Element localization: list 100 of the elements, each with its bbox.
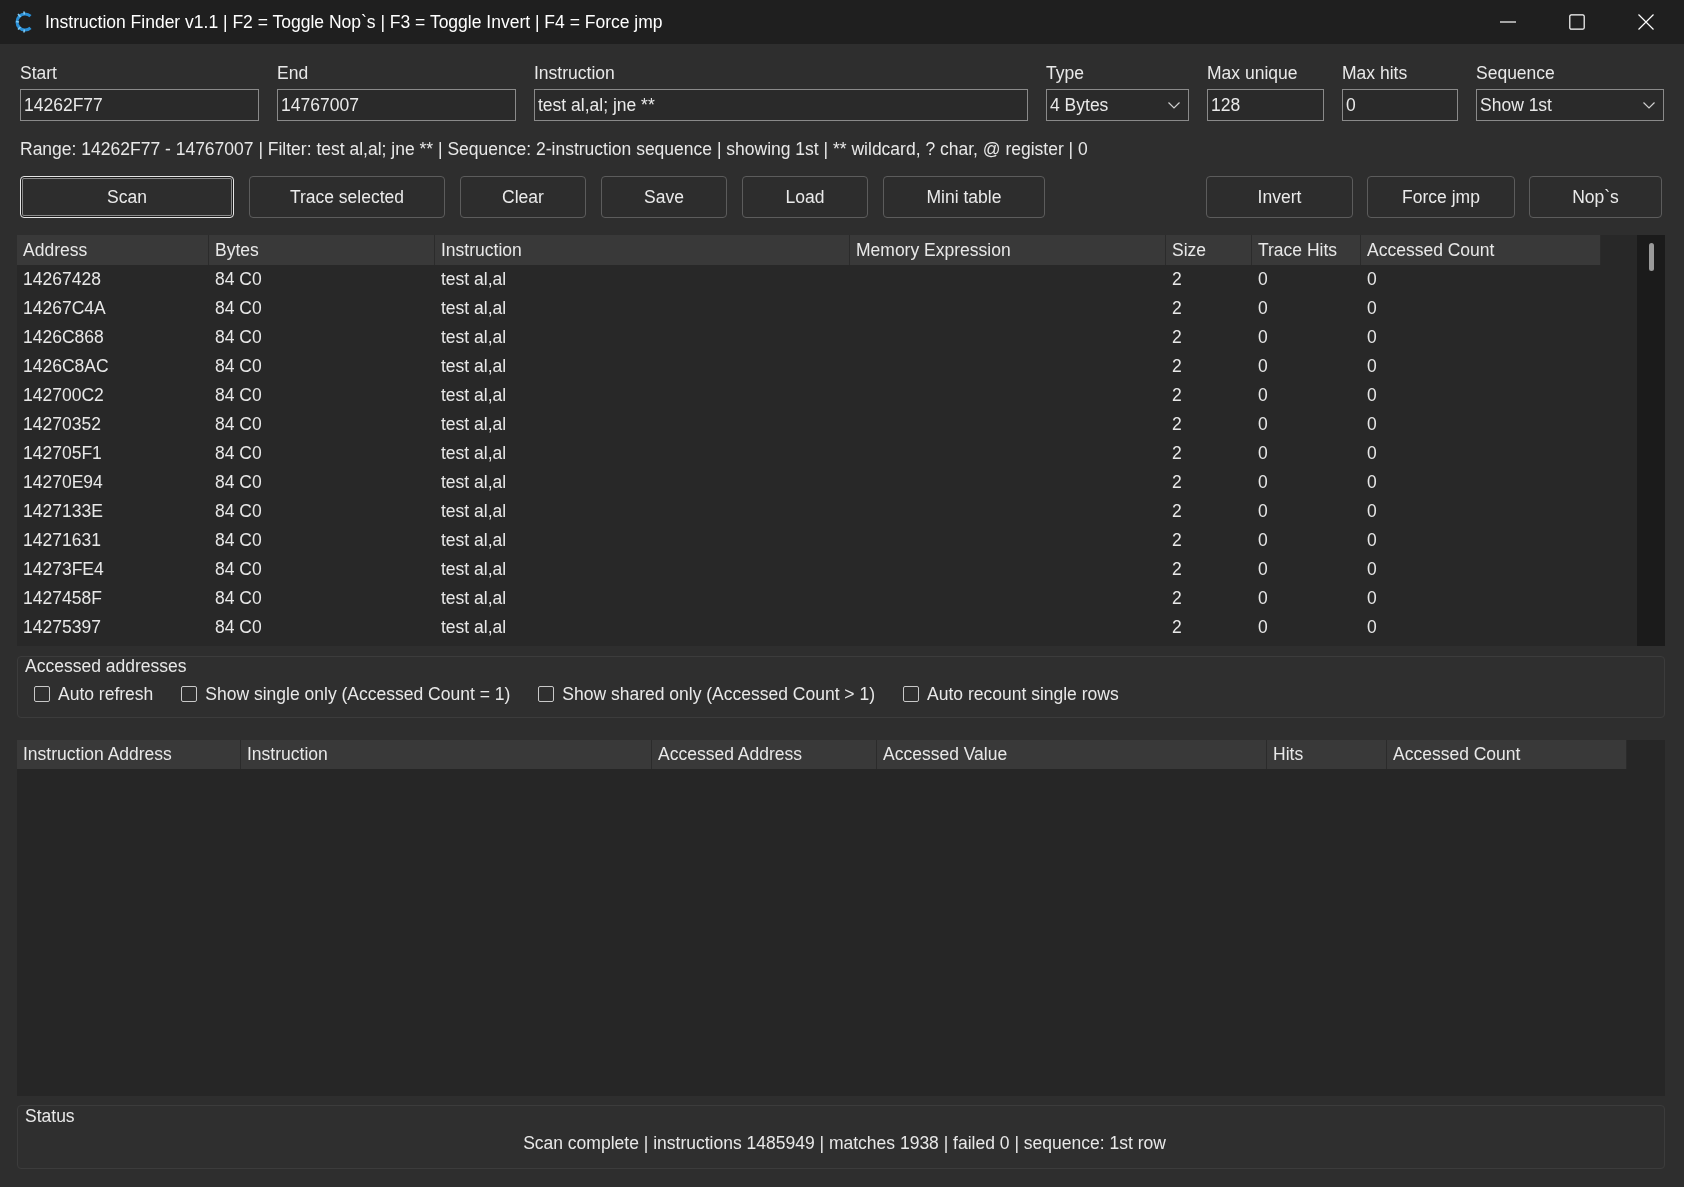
dropdown[interactable]: 4 Bytes — [1046, 89, 1189, 121]
table-cell-text: 142700C2 — [22, 384, 105, 407]
action-button[interactable]: Clear — [460, 176, 586, 218]
column-header[interactable]: Instruction Address — [17, 740, 241, 769]
maximize-icon — [1568, 14, 1585, 30]
table-cell-text: 2 — [1171, 384, 1183, 407]
column-header[interactable]: Accessed Address — [652, 740, 877, 769]
table-cell-text: 0 — [1366, 326, 1378, 349]
table-cell-text: 84 C0 — [214, 355, 263, 378]
column-header[interactable]: Accessed Count — [1361, 235, 1601, 265]
action-button[interactable]: Mini table — [883, 176, 1045, 218]
checkbox[interactable] — [903, 686, 920, 702]
input-field[interactable]: 14767007 — [277, 89, 516, 121]
checkbox-label[interactable]: Show single only (Accessed Count = 1) — [205, 684, 511, 704]
group-title: Accessed addresses — [25, 656, 187, 676]
column-header[interactable]: Address — [17, 235, 209, 265]
input-field[interactable]: 128 — [1207, 89, 1324, 121]
table-cell-text: 0 — [1257, 587, 1269, 610]
table-cell-text: 142705F1 — [22, 442, 103, 465]
info-text: Range: 14262F77 - 14767007 | Filter: test al,al; jne ** | Sequence: 2-instruction sequence | showing 1st | ** wildcard, ? char, @ register | 0 — [20, 138, 1088, 160]
table-cell-text: 84 C0 — [214, 268, 263, 291]
status-text: Scan complete | instructions 1485949 | matches 1938 | failed 0 | sequence: 1st row — [523, 1132, 1166, 1154]
table-cell-text: test al,al — [440, 500, 508, 523]
table-cell-text: test al,al — [440, 471, 508, 494]
table-cell-text: 0 — [1257, 616, 1269, 639]
table-cell-text: 2 — [1171, 326, 1183, 349]
column-header[interactable]: Instruction — [435, 235, 850, 265]
table-cell-text: 84 C0 — [214, 413, 263, 436]
column-header[interactable]: Size — [1166, 235, 1252, 265]
table-cell-text: 0 — [1257, 471, 1269, 494]
table-cell-text: 0 — [1366, 442, 1378, 465]
table-cell-text: 0 — [1366, 500, 1378, 523]
window-title: Instruction Finder v1.1 | F2 = Toggle Nop`s | F3 = Toggle Invert | F4 = Force jmp — [45, 10, 663, 34]
chevron-down-icon — [1643, 101, 1655, 109]
table-cell-text: 0 — [1366, 355, 1378, 378]
column-header[interactable]: Bytes — [209, 235, 435, 265]
table-cell-text: 0 — [1366, 268, 1378, 291]
input-field[interactable]: 14262F77 — [20, 89, 259, 121]
table-cell-text: 0 — [1257, 268, 1269, 291]
table-cell-text: 84 C0 — [214, 587, 263, 610]
table-cell-text: test al,al — [440, 442, 508, 465]
close-icon — [1637, 14, 1654, 30]
column-header[interactable]: Instruction — [241, 740, 652, 769]
table-cell-text: test al,al — [440, 268, 508, 291]
action-button[interactable]: Scan — [20, 176, 234, 218]
checkbox-label[interactable]: Auto recount single rows — [927, 684, 1119, 704]
table-cell-text: 0 — [1257, 384, 1269, 407]
action-button[interactable]: Save — [601, 176, 727, 218]
table-cell-text: 84 C0 — [214, 558, 263, 581]
table-cell-text: 1426C8AC — [22, 355, 110, 378]
table-cell-text: 2 — [1171, 500, 1183, 523]
scrollbar[interactable] — [1637, 235, 1665, 646]
scrollbar-thumb[interactable] — [1649, 243, 1654, 271]
column-header[interactable]: Accessed Count — [1387, 740, 1627, 769]
input-field[interactable]: 0 — [1342, 89, 1458, 121]
action-button[interactable]: Force jmp — [1367, 176, 1515, 218]
table-cell-text: 0 — [1257, 413, 1269, 436]
column-header[interactable]: Memory Expression — [850, 235, 1166, 265]
table-cell-text: test al,al — [440, 355, 508, 378]
action-button[interactable]: Nop`s — [1529, 176, 1662, 218]
chevron-down-icon — [1168, 101, 1180, 109]
table-cell-text: 0 — [1366, 529, 1378, 552]
table-cell-text: test al,al — [440, 587, 508, 610]
table-cell-text: 14267C4A — [22, 297, 107, 320]
checkbox-label[interactable]: Auto refresh — [58, 684, 154, 704]
table-cell-text: 84 C0 — [214, 384, 263, 407]
table-cell-text: 2 — [1171, 268, 1183, 291]
table-cell-text: 84 C0 — [214, 297, 263, 320]
checkbox-label[interactable]: Show shared only (Accessed Count > 1) — [562, 684, 876, 704]
table-cell-text: 2 — [1171, 558, 1183, 581]
checkbox[interactable] — [181, 686, 198, 702]
table-cell-text: 2 — [1171, 529, 1183, 552]
table-cell-text: 14270E94 — [22, 471, 104, 494]
column-header[interactable]: Accessed Value — [877, 740, 1267, 769]
table-cell-text: 2 — [1171, 616, 1183, 639]
table-cell-text: 0 — [1257, 529, 1269, 552]
table-cell-text: test al,al — [440, 384, 508, 407]
table-cell-text: 2 — [1171, 297, 1183, 320]
column-header[interactable]: Hits — [1267, 740, 1387, 769]
table-cell-text: 2 — [1171, 471, 1183, 494]
table-cell-text: 0 — [1366, 558, 1378, 581]
table-cell-text: 14273FE4 — [22, 558, 105, 581]
input-field[interactable]: test al,al; jne ** — [534, 89, 1028, 121]
table-cell-text: 14271631 — [22, 529, 102, 552]
table-cell-text: 0 — [1366, 297, 1378, 320]
column-header[interactable]: Trace Hits — [1252, 235, 1361, 265]
dropdown[interactable]: Show 1st — [1476, 89, 1664, 121]
table-cell-text: 0 — [1257, 442, 1269, 465]
table-cell-text: test al,al — [440, 326, 508, 349]
table-cell-text: 84 C0 — [214, 471, 263, 494]
action-button[interactable]: Trace selected — [249, 176, 445, 218]
checkbox[interactable] — [34, 686, 50, 702]
table-cell-text: 2 — [1171, 442, 1183, 465]
field-label: Type — [1046, 62, 1084, 84]
action-button[interactable]: Load — [742, 176, 868, 218]
table-cell-text: 84 C0 — [214, 442, 263, 465]
action-button[interactable]: Invert — [1206, 176, 1353, 218]
table-cell-text: 0 — [1257, 297, 1269, 320]
checkbox[interactable] — [538, 686, 555, 702]
field-label: Sequence — [1476, 62, 1555, 84]
